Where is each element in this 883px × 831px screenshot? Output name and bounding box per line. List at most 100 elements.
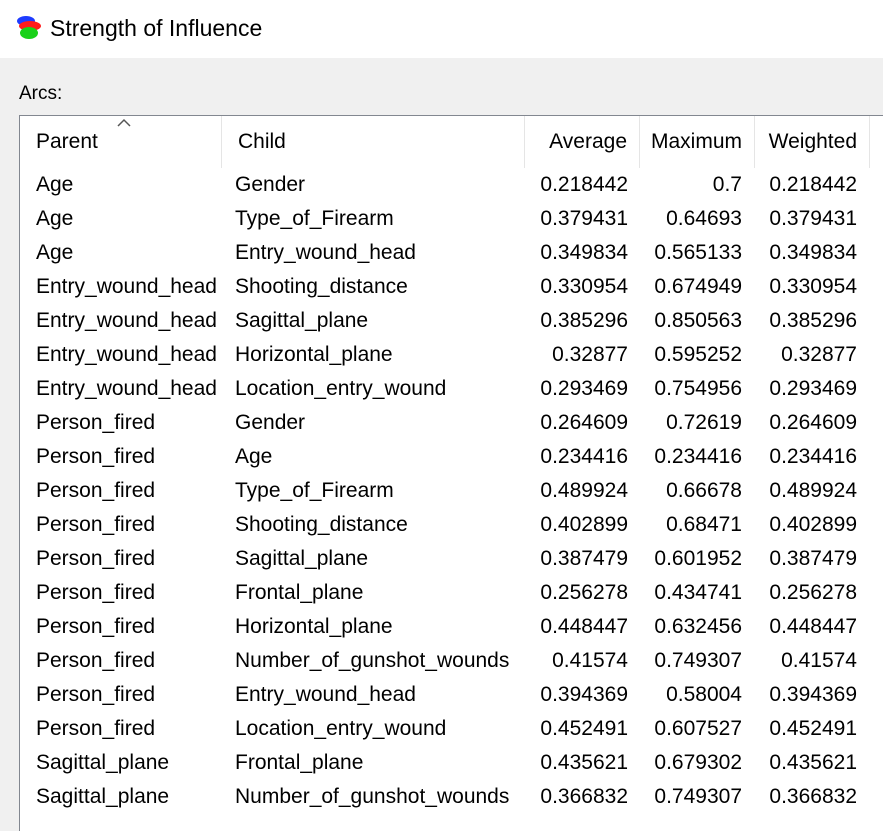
cell-average: 0.349834 — [540, 241, 628, 264]
cell-weighted: 0.435621 — [769, 751, 857, 774]
table-row[interactable]: Sagittal_plane Number_of_gunshot_wounds 0.… — [20, 780, 883, 814]
table-row[interactable]: Person_fired Horizontal_plane 0.448447 0.63… — [20, 610, 883, 644]
arcs-label: Arcs: — [19, 83, 63, 104]
cell-maximum: 0.68471 — [666, 513, 742, 536]
cell-parent: Sagittal_plane — [36, 751, 170, 774]
cell-weighted: 0.452491 — [769, 717, 857, 740]
table-row[interactable]: Entry_wound_head Sagittal_plane 0.385296 0.… — [20, 304, 883, 338]
column-label-average: Average — [549, 130, 627, 153]
cell-weighted: 0.256278 — [769, 581, 857, 604]
table-row[interactable]: Entry_wound_head Horizontal_plane 0.32877 0… — [20, 338, 883, 372]
cell-child: Entry_wound_head — [235, 683, 416, 706]
list-rows: Age Gender 0.218442 0.7 0.218442 Age Type_of_F… — [20, 168, 883, 814]
cell-weighted: 0.379431 — [769, 207, 857, 230]
cell-weighted: 0.234416 — [769, 445, 857, 468]
cell-child: Gender — [235, 411, 306, 434]
table-row[interactable]: Age Entry_wound_head 0.349834 0.565133 0.349… — [20, 236, 883, 270]
cell-maximum: 0.679302 — [654, 751, 742, 774]
cell-parent: Person_fired — [36, 547, 156, 570]
cell-parent: Person_fired — [36, 717, 156, 740]
cell-child: Type_of_Firearm — [235, 207, 394, 230]
column-header-child[interactable]: Child — [222, 116, 525, 168]
cell-weighted: 0.264609 — [769, 411, 857, 434]
table-row[interactable]: Age Type_of_Firearm 0.379431 0.64693 0.37943… — [20, 202, 883, 236]
cell-parent: Person_fired — [36, 615, 156, 638]
column-label-child: Child — [238, 130, 286, 153]
cell-weighted: 0.349834 — [769, 241, 857, 264]
table-row[interactable]: Sagittal_plane Frontal_plane 0.435621 0.679… — [20, 746, 883, 780]
table-row[interactable]: Person_fired Gender 0.264609 0.72619 0.26460… — [20, 406, 883, 440]
table-row[interactable]: Person_fired Type_of_Firearm 0.489924 0.666… — [20, 474, 883, 508]
cell-child: Number_of_gunshot_wounds — [235, 649, 510, 672]
cell-maximum: 0.850563 — [654, 309, 742, 332]
cell-child: Location_entry_wound — [235, 717, 447, 740]
cell-parent: Age — [36, 207, 74, 230]
cell-weighted: 0.402899 — [769, 513, 857, 536]
cell-average: 0.366832 — [540, 785, 628, 808]
cell-average: 0.293469 — [540, 377, 628, 400]
cell-maximum: 0.595252 — [654, 343, 742, 366]
cell-child: Entry_wound_head — [235, 241, 416, 264]
cell-average: 0.218442 — [540, 173, 628, 196]
cell-parent: Person_fired — [36, 479, 156, 502]
table-row[interactable]: Entry_wound_head Location_entry_wound 0.29… — [20, 372, 883, 406]
table-row[interactable]: Age Gender 0.218442 0.7 0.218442 — [20, 168, 883, 202]
cell-child: Sagittal_plane — [235, 309, 369, 332]
table-row[interactable]: Person_fired Location_entry_wound 0.452491… — [20, 712, 883, 746]
cell-maximum: 0.434741 — [654, 581, 742, 604]
cell-maximum: 0.632456 — [654, 615, 742, 638]
cell-average: 0.264609 — [540, 411, 628, 434]
cell-weighted: 0.32877 — [781, 343, 857, 366]
cell-parent: Person_fired — [36, 581, 156, 604]
column-label-maximum: Maximum — [650, 130, 742, 153]
cell-maximum: 0.234416 — [654, 445, 742, 468]
title-bar[interactable]: Strength of Influence — [0, 0, 883, 58]
cell-average: 0.32877 — [552, 343, 628, 366]
cell-maximum: 0.72619 — [666, 411, 742, 434]
table-row[interactable]: Person_fired Entry_wound_head 0.394369 0.58… — [20, 678, 883, 712]
cell-parent: Person_fired — [36, 445, 156, 468]
cell-parent: Entry_wound_head — [36, 309, 217, 332]
cell-child: Location_entry_wound — [235, 377, 447, 400]
cell-average: 0.448447 — [540, 615, 628, 638]
table-row[interactable]: Person_fired Sagittal_plane 0.387479 0.6019… — [20, 542, 883, 576]
cell-child: Shooting_distance — [235, 513, 408, 536]
cell-child: Gender — [235, 173, 306, 196]
cell-parent: Person_fired — [36, 411, 156, 434]
table-row[interactable]: Person_fired Shooting_distance 0.402899 0.6… — [20, 508, 883, 542]
cell-average: 0.256278 — [540, 581, 628, 604]
arcs-list-view[interactable]: Parent Child Average Maximum Weighted Ag… — [19, 115, 883, 831]
cell-maximum: 0.64693 — [666, 207, 742, 230]
cell-maximum: 0.754956 — [654, 377, 742, 400]
cell-parent: Age — [36, 241, 74, 264]
cell-average: 0.402899 — [540, 513, 628, 536]
cell-weighted: 0.293469 — [769, 377, 857, 400]
column-header-parent[interactable]: Parent — [20, 116, 222, 168]
cell-weighted: 0.385296 — [769, 309, 857, 332]
table-row[interactable]: Person_fired Number_of_gunshot_wounds 0.41… — [20, 644, 883, 678]
cell-weighted: 0.41574 — [781, 649, 857, 672]
column-header-weighted[interactable]: Weighted — [755, 116, 870, 168]
cell-parent: Entry_wound_head — [36, 275, 217, 298]
cell-average: 0.385296 — [540, 309, 628, 332]
cell-child: Horizontal_plane — [235, 343, 393, 366]
cell-weighted: 0.394369 — [769, 683, 857, 706]
table-row[interactable]: Person_fired Age 0.234416 0.234416 0.234416 — [20, 440, 883, 474]
network-app-icon — [17, 16, 41, 39]
table-row[interactable]: Person_fired Frontal_plane 0.256278 0.43474… — [20, 576, 883, 610]
cell-parent: Person_fired — [36, 513, 156, 536]
strength-of-influence-window: Strength of Influence Arcs: Parent Child… — [0, 0, 883, 831]
cell-weighted: 0.448447 — [769, 615, 857, 638]
cell-child: Frontal_plane — [235, 581, 364, 604]
column-header-average[interactable]: Average — [525, 116, 640, 168]
table-row[interactable]: Entry_wound_head Shooting_distance 0.33095… — [20, 270, 883, 304]
cell-average: 0.489924 — [540, 479, 628, 502]
column-header-maximum[interactable]: Maximum — [640, 116, 755, 168]
cell-weighted: 0.330954 — [769, 275, 857, 298]
cell-child: Frontal_plane — [235, 751, 364, 774]
column-label-weighted: Weighted — [768, 130, 857, 153]
cell-average: 0.435621 — [540, 751, 628, 774]
cell-maximum: 0.565133 — [654, 241, 742, 264]
cell-maximum: 0.58004 — [666, 683, 742, 706]
cell-maximum: 0.749307 — [654, 785, 742, 808]
